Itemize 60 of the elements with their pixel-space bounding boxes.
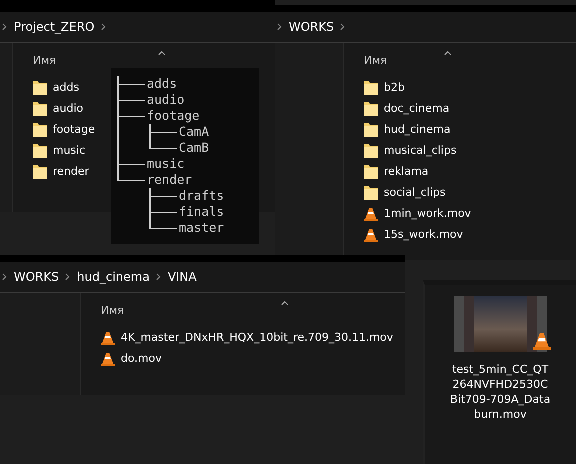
tree-entry: audio	[147, 92, 186, 108]
file-name[interactable]: 15s_work.mov	[384, 228, 464, 241]
tree-entry: footage	[147, 108, 201, 124]
chevron-icon	[2, 23, 8, 31]
column-header[interactable]: Имя	[33, 51, 56, 69]
tree-entry: CamB	[179, 140, 210, 156]
traffic-cone-icon	[533, 332, 551, 350]
sort-caret-icon	[158, 51, 166, 56]
sort-caret-icon	[281, 301, 289, 306]
file-name[interactable]: adds	[53, 81, 80, 94]
chevron-icon	[2, 273, 8, 281]
file-name[interactable]: music	[53, 144, 86, 157]
column-header[interactable]: Имя	[364, 51, 388, 69]
chevron-icon	[340, 23, 346, 31]
tree-entry: music	[147, 156, 186, 172]
tree-entry: finals	[179, 204, 226, 220]
folder-icon	[33, 122, 47, 137]
file-name[interactable]: reklama	[384, 165, 429, 178]
breadcrumb-item[interactable]: WORKS	[289, 20, 334, 34]
file-name[interactable]: test_5min_CC_QT 264NVFHD2530C Bit709-709A_Data burn.mov	[450, 362, 551, 422]
file-name[interactable]: 4K_master_DNxHR_HQX_10bit_re.709_30.11.mov	[121, 331, 394, 344]
folder-icon	[364, 164, 378, 179]
folder-icon	[33, 101, 47, 116]
file-name[interactable]: footage	[53, 123, 96, 136]
tree-entry: render	[147, 172, 194, 188]
file-name[interactable]: render	[53, 165, 90, 178]
file-name[interactable]: audio	[53, 102, 84, 115]
folder-icon	[33, 143, 47, 158]
file-name[interactable]: 1min_work.mov	[384, 207, 472, 220]
breadcrumb-item[interactable]: hud_cinema	[77, 270, 150, 284]
file-name[interactable]: musical_clips	[384, 144, 457, 157]
folder-icon	[364, 143, 378, 158]
folder-icon	[33, 80, 47, 95]
folder-icon	[33, 164, 47, 179]
tree-entry: master	[179, 220, 226, 236]
file-name[interactable]: doc_cinema	[384, 102, 450, 115]
file-name[interactable]: b2b	[384, 81, 405, 94]
file-name[interactable]: hud_cinema	[384, 123, 451, 136]
breadcrumb-item[interactable]: WORKS	[14, 270, 60, 284]
tree-entry: adds	[147, 76, 178, 92]
folder-icon	[364, 101, 378, 116]
traffic-cone-icon	[101, 352, 115, 366]
folder-icon	[364, 122, 378, 137]
traffic-cone-icon	[101, 330, 115, 344]
chevron-icon	[156, 273, 162, 281]
traffic-cone-icon	[364, 206, 378, 220]
chevron-icon	[100, 23, 107, 31]
traffic-cone-icon	[364, 228, 378, 242]
file-name[interactable]: social_clips	[384, 186, 446, 199]
column-header[interactable]: Имя	[101, 301, 124, 319]
sort-caret-icon	[444, 51, 452, 56]
breadcrumb-item[interactable]: VINA	[168, 270, 197, 284]
chevron-icon	[277, 23, 283, 31]
breadcrumb-item[interactable]: Project_ZERO	[14, 20, 95, 34]
folder-icon	[364, 80, 378, 95]
tree-entry: drafts	[179, 188, 226, 204]
tree-entry: CamA	[179, 124, 210, 140]
chevron-icon	[65, 273, 72, 281]
folder-icon	[364, 185, 378, 200]
file-name[interactable]: do.mov	[121, 352, 162, 365]
